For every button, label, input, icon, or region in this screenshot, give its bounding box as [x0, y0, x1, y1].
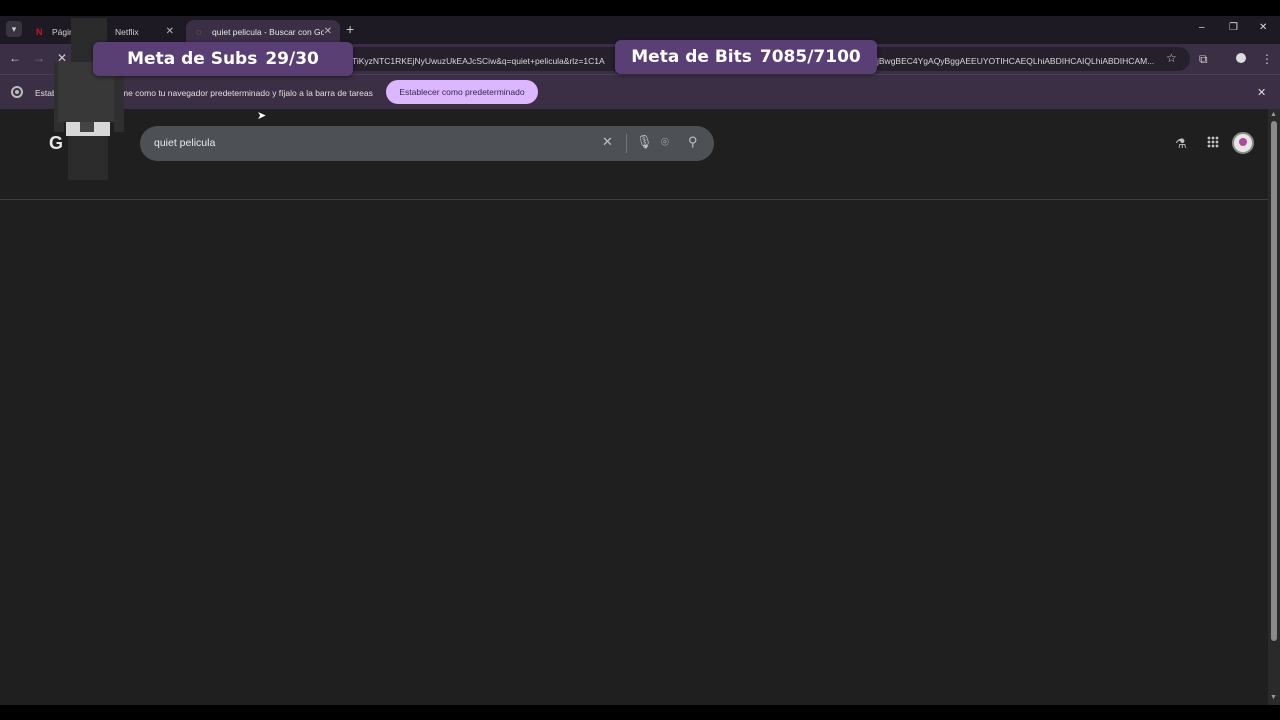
search-icon[interactable]: ⚲	[688, 135, 698, 148]
lens-icon[interactable]: ⌾	[661, 135, 669, 148]
search-divider	[626, 134, 627, 153]
profile-avatar[interactable]	[1234, 51, 1248, 65]
avatar-collar-detail	[80, 122, 94, 132]
avatar-legs	[68, 136, 108, 180]
bookmark-star-icon[interactable]: ☆	[1166, 51, 1177, 65]
loading-icon: ◌	[196, 26, 202, 37]
close-tab-icon[interactable]: ✕	[324, 26, 332, 37]
bits-goal-value: 7085/7100	[759, 47, 861, 67]
clear-icon[interactable]: ✕	[602, 135, 613, 148]
scroll-up-icon[interactable]: ▲	[1270, 111, 1277, 118]
infobar-text-right: me como tu navegador predeterminado y fí…	[121, 88, 373, 98]
scroll-down-icon[interactable]: ▼	[1270, 694, 1277, 701]
microphone-icon[interactable]: 🎙	[636, 135, 653, 148]
tab-search-button[interactable]: ▾	[6, 21, 22, 37]
menu-icon[interactable]: ⋮	[1261, 52, 1273, 66]
search-input[interactable]: quiet pelicula	[154, 137, 215, 149]
netflix-icon: N	[36, 26, 43, 37]
close-window-button[interactable]: ✕	[1259, 22, 1267, 33]
minimize-button[interactable]: –	[1199, 22, 1205, 33]
labs-icon[interactable]: ⚗	[1175, 136, 1187, 152]
close-tab-icon[interactable]: ✕	[166, 26, 174, 37]
header-divider	[0, 199, 1268, 200]
subs-goal-label: Meta de Subs	[127, 49, 258, 69]
subs-goal-overlay: Meta de Subs 29/30	[93, 42, 353, 76]
tab-google-search[interactable]: ◌ quiet pelicula - Buscar con Goo ✕	[186, 20, 340, 44]
close-infobar-icon[interactable]: ✕	[1257, 86, 1266, 99]
page-scrollbar[interactable]: ▲ ▼	[1268, 109, 1280, 705]
scroll-thumb[interactable]	[1271, 121, 1277, 641]
forward-icon[interactable]: →	[33, 52, 45, 64]
url-text-part2: jBwgBEC4YgAQyBggAEEUYOTIHCAEQLhiABDIHCAI…	[877, 56, 1155, 66]
bits-goal-label: Meta de Bits	[631, 47, 752, 67]
back-icon[interactable]: ←	[9, 52, 21, 64]
account-avatar[interactable]	[1232, 132, 1254, 154]
apps-grid-icon[interactable]	[1207, 136, 1219, 148]
new-tab-button[interactable]: +	[346, 22, 354, 36]
google-results-page: G quiet pelicula ✕ 🎙 ⌾ ⚲ ⚗	[0, 109, 1268, 705]
bits-goal-overlay: Meta de Bits 7085/7100	[615, 40, 877, 74]
chrome-icon	[11, 86, 23, 98]
tab-label: quiet pelicula - Buscar con Goo	[212, 27, 324, 37]
set-default-button[interactable]: Establecer como predeterminado	[386, 80, 538, 104]
restore-button[interactable]: ❐	[1229, 22, 1238, 33]
top-black-bar	[0, 0, 1280, 16]
mouse-cursor-icon: ➤	[257, 110, 267, 122]
extensions-icon[interactable]: ⧉	[1199, 52, 1208, 67]
url-text-part1: TiKyzNTC1RKEjNyUwuzUkEAJcSCiw&q=quiet+pe…	[352, 56, 605, 66]
default-browser-infobar: Estab me como tu navegador predeterminad…	[0, 74, 1280, 109]
bottom-black-bar	[0, 705, 1280, 720]
subs-goal-value: 29/30	[265, 49, 319, 69]
search-box[interactable]: quiet pelicula ✕ 🎙 ⌾ ⚲	[140, 126, 714, 161]
